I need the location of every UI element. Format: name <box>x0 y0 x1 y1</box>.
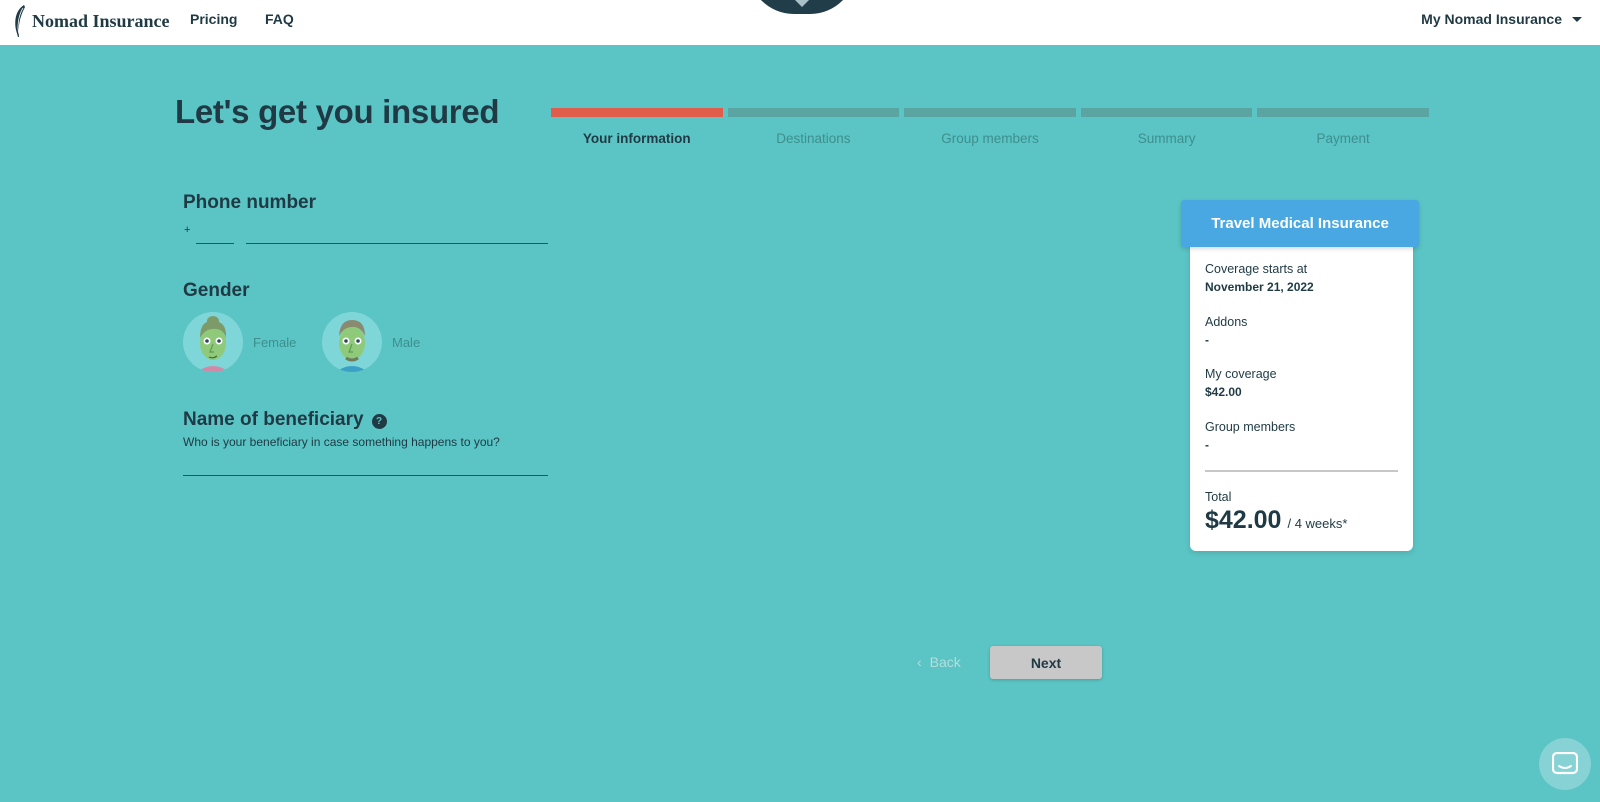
gender-option-female[interactable]: Female <box>183 312 296 372</box>
beneficiary-heading-text: Name of beneficiary <box>183 409 364 430</box>
phone-number-heading: Phone number <box>183 192 317 213</box>
step-group-members[interactable]: Group members <box>904 108 1076 146</box>
step-bar <box>904 108 1076 117</box>
summary-card-header: Travel Medical Insurance <box>1181 200 1419 247</box>
step-label: Summary <box>1137 131 1196 146</box>
phone-plus-prefix: + <box>184 224 191 236</box>
step-destinations[interactable]: Destinations <box>727 108 900 146</box>
coverage-start-row: Coverage starts at November 21, 2022 <box>1205 262 1314 294</box>
help-question-icon[interactable]: ? <box>371 414 387 429</box>
step-bar <box>727 108 900 117</box>
nav-link-faq[interactable]: FAQ <box>265 11 294 27</box>
total-row: Total $42.00 / 4 weeks* <box>1205 490 1347 535</box>
total-line: $42.00 / 4 weeks* <box>1205 506 1347 535</box>
next-button[interactable]: Next <box>990 646 1102 679</box>
group-members-label: Group members <box>1205 420 1296 434</box>
feather-logo-icon <box>15 5 25 37</box>
nav-link-pricing[interactable]: Pricing <box>190 11 237 27</box>
addons-row: Addons - <box>1205 315 1247 347</box>
gender-label-male: Male <box>392 334 421 350</box>
total-amount: $42.00 <box>1205 506 1282 534</box>
male-avatar-icon <box>322 312 382 372</box>
brand-logo-link[interactable]: Nomad Insurance <box>10 4 170 38</box>
step-bar <box>1257 108 1429 117</box>
beneficiary-hint: Who is your beneficiary in case somethin… <box>183 435 500 449</box>
chevron-left-icon: ‹ <box>917 654 922 670</box>
account-menu[interactable]: My Nomad Insurance <box>1421 11 1582 27</box>
group-members-value: - <box>1205 438 1209 452</box>
step-label: Payment <box>1316 131 1370 146</box>
addons-label: Addons <box>1205 315 1248 329</box>
step-label: Group members <box>941 131 1039 146</box>
gender-heading: Gender <box>183 280 250 301</box>
step-label: Destinations <box>776 131 851 146</box>
addons-value: - <box>1205 333 1209 347</box>
card-divider <box>1205 470 1398 472</box>
step-label: Your information <box>582 131 691 146</box>
beneficiary-name-input[interactable] <box>183 456 548 476</box>
chat-launcher-button[interactable] <box>1539 738 1591 790</box>
group-members-row: Group members - <box>1205 420 1295 452</box>
total-label: Total <box>1205 490 1232 504</box>
my-coverage-label: My coverage <box>1205 367 1277 381</box>
back-button-label: Back <box>929 654 961 670</box>
total-period: / 4 weeks* <box>1287 516 1348 531</box>
step-your-information[interactable]: Your information <box>551 108 723 146</box>
step-bar <box>551 108 723 117</box>
female-avatar-icon <box>183 312 243 372</box>
my-coverage-value: $42.00 <box>1205 385 1242 399</box>
dome-arrow-icon <box>795 0 809 7</box>
my-coverage-row: My coverage $42.00 <box>1205 367 1277 399</box>
brand-name: Nomad Insurance <box>32 10 170 31</box>
gender-label-female: Female <box>253 334 297 350</box>
back-button[interactable]: ‹ Back <box>917 654 961 670</box>
step-bar <box>1080 108 1253 117</box>
phone-country-code-input[interactable] <box>196 226 234 244</box>
step-summary[interactable]: Summary <box>1080 108 1253 146</box>
account-menu-label: My Nomad Insurance <box>1421 11 1562 27</box>
coverage-start-value: November 21, 2022 <box>1205 280 1314 294</box>
top-center-dome[interactable] <box>748 0 856 14</box>
gender-option-male[interactable]: Male <box>322 312 420 372</box>
step-payment[interactable]: Payment <box>1257 108 1429 146</box>
page-title: Let's get you insured <box>175 93 500 130</box>
coverage-start-label: Coverage starts at <box>1205 262 1308 276</box>
phone-number-input[interactable] <box>246 226 548 244</box>
beneficiary-heading: Name of beneficiary ? <box>183 409 387 431</box>
progress-stepper: Your information Destinations Group memb… <box>551 108 1429 146</box>
top-navigation-bar: Nomad Insurance Pricing FAQ My Nomad Ins… <box>0 0 1600 45</box>
chat-bubble-icon <box>1552 752 1578 775</box>
caret-down-icon <box>1572 16 1582 22</box>
